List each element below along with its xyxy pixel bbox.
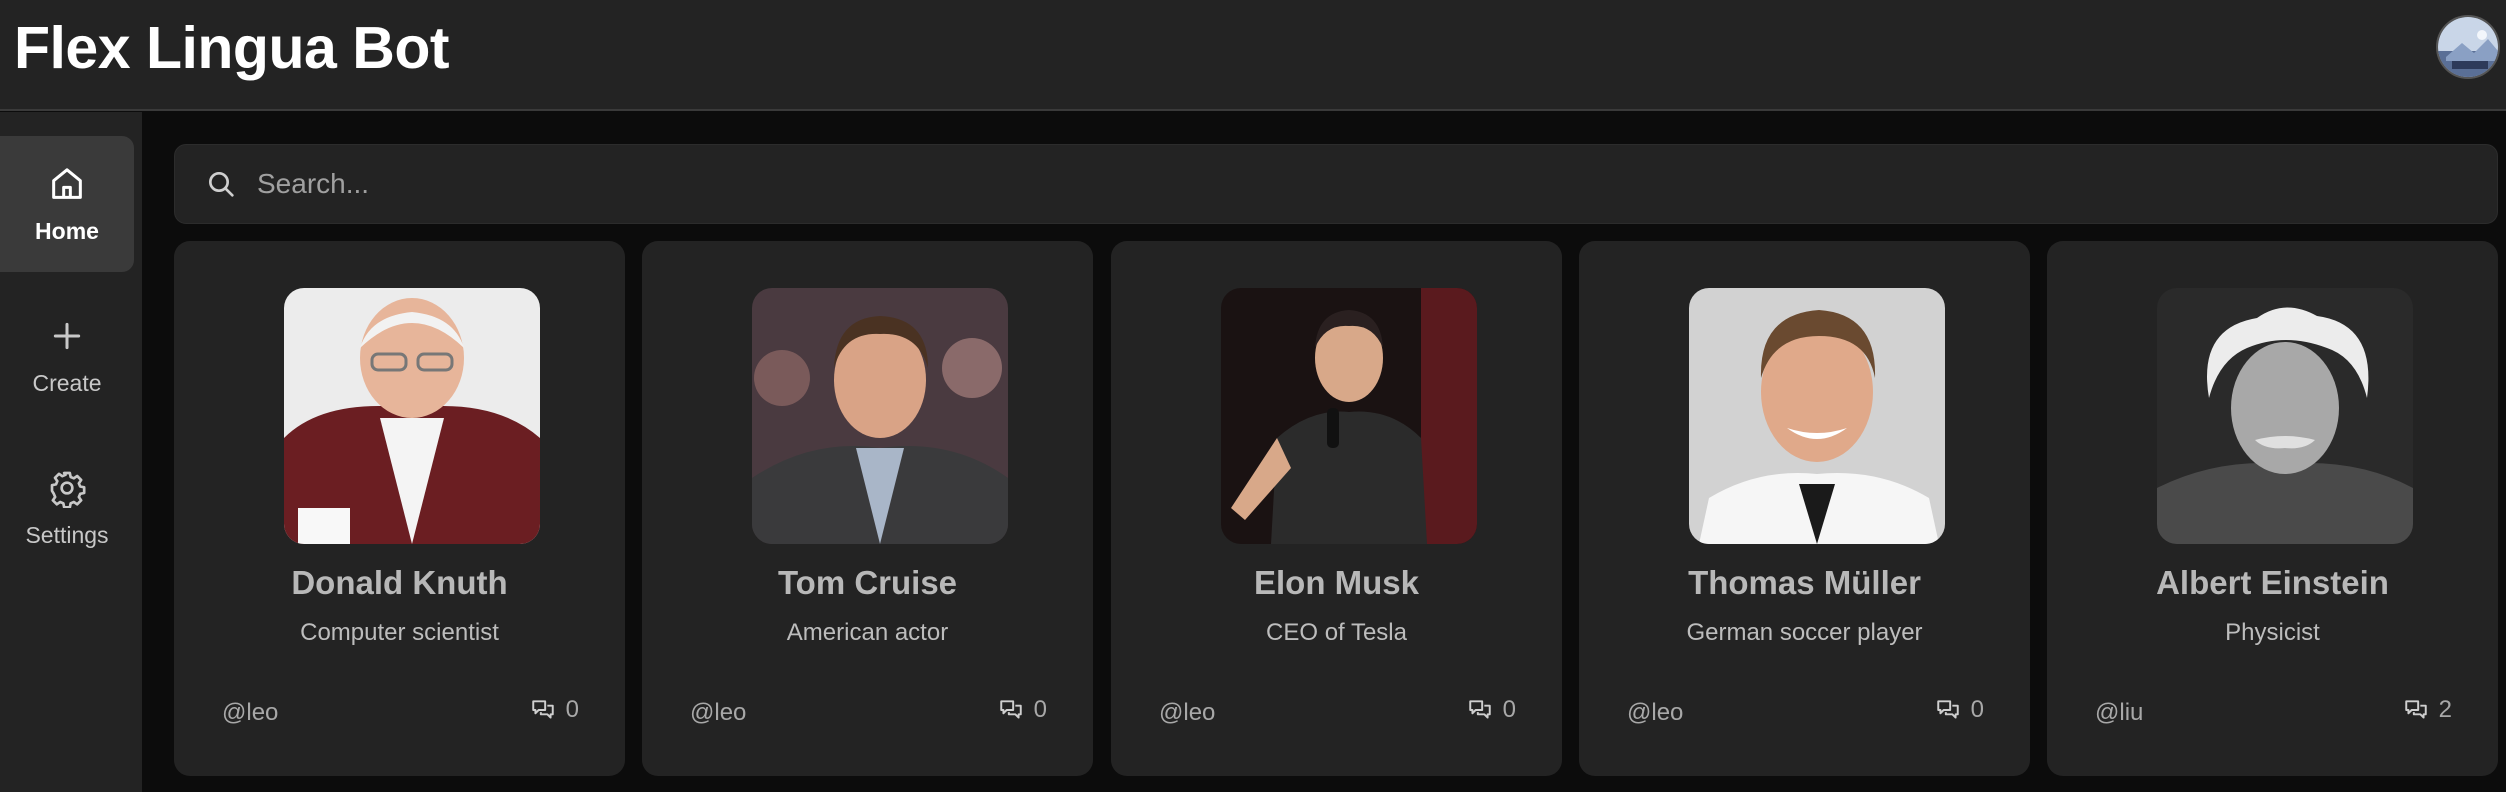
chat-count: 0: [1467, 696, 1516, 724]
chat-count: 0: [530, 696, 579, 724]
search-bar[interactable]: [174, 144, 2498, 224]
bot-card[interactable]: Elon Musk CEO of Tesla @leo 0: [1111, 241, 1562, 776]
bot-name: Albert Einstein: [2156, 564, 2389, 601]
chat-count: 0: [1935, 696, 1984, 724]
gear-icon: [50, 471, 86, 508]
chat-count: 0: [998, 696, 1047, 724]
bot-name: Elon Musk: [1253, 564, 1420, 601]
bot-description: American actor: [786, 619, 949, 646]
chat-count-value: 2: [2438, 696, 2452, 723]
chat-count: 2: [2403, 696, 2452, 724]
bot-name: Thomas Müller: [1688, 564, 1921, 601]
bot-name: Tom Cruise: [777, 564, 958, 601]
bot-author: @leo: [1627, 699, 1684, 726]
chat-count-value: 0: [1502, 696, 1516, 723]
bot-card[interactable]: Albert Einstein Physicist @liu 2: [2047, 241, 2498, 776]
chat-count-value: 0: [1033, 696, 1047, 723]
chat-icon: [531, 700, 554, 719]
bot-name: Donald Knuth: [291, 564, 508, 601]
bot-description: German soccer player: [1686, 619, 1923, 646]
chat-count-value: 0: [565, 696, 579, 723]
bot-card[interactable]: Donald Knuth Computer scientist @leo 0: [174, 241, 625, 776]
main-content: Donald Knuth Computer scientist @leo 0: [142, 112, 2506, 792]
bot-description: CEO of Tesla: [1266, 619, 1407, 646]
sidebar-item-home[interactable]: Home: [0, 136, 134, 272]
bot-card[interactable]: Tom Cruise American actor @leo 0: [642, 241, 1093, 776]
chat-icon: [1468, 700, 1491, 719]
search-icon: [209, 172, 234, 197]
sidebar-item-label: Create: [32, 369, 102, 396]
bot-author: @leo: [222, 699, 279, 726]
search-input[interactable]: [257, 154, 2497, 214]
bot-author: @leo: [690, 699, 747, 726]
bot-description: Physicist: [2225, 619, 2320, 646]
bot-portrait: [2157, 288, 2413, 544]
app-header: Flex Lingua Bot: [0, 0, 2506, 111]
sidebar: Home Create Settings: [0, 112, 142, 792]
chat-icon: [1936, 700, 1959, 719]
bot-author: @leo: [1159, 699, 1216, 726]
bot-card-grid: Donald Knuth Computer scientist @leo 0 T…: [174, 241, 2498, 776]
app-title: Flex Lingua Bot: [14, 15, 450, 81]
bot-card[interactable]: Thomas Müller German soccer player @leo …: [1579, 241, 2030, 776]
chat-icon: [999, 700, 1022, 719]
bot-portrait: [284, 288, 540, 544]
home-icon: [52, 167, 82, 199]
user-avatar[interactable]: [2436, 15, 2500, 79]
sidebar-item-label: Home: [35, 217, 99, 244]
sidebar-item-create[interactable]: Create: [0, 288, 134, 424]
bot-portrait: [1689, 288, 1945, 544]
bot-description: Computer scientist: [300, 619, 499, 646]
plus-icon: [53, 322, 81, 349]
chat-count-value: 0: [1970, 696, 1984, 723]
sidebar-item-label: Settings: [25, 521, 109, 548]
bot-portrait: [752, 288, 1008, 544]
sidebar-item-settings[interactable]: Settings: [0, 440, 134, 576]
chat-icon: [2404, 700, 2427, 719]
bot-author: @liu: [2095, 699, 2144, 726]
bot-portrait: [1221, 288, 1477, 544]
